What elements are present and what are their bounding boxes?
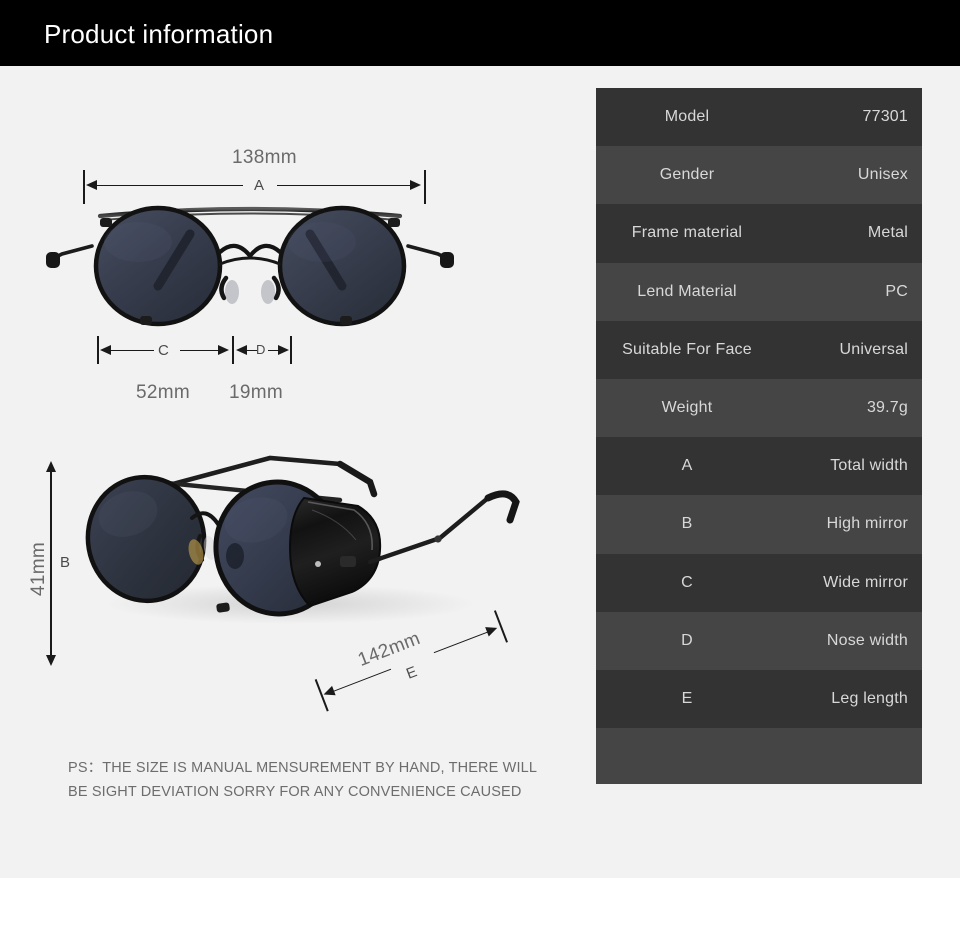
dim-e-arrowhead-left [321, 685, 336, 700]
table-row: Gender Unisex [596, 146, 922, 205]
spec-key: A [681, 457, 693, 475]
dimension-d-letter: D [256, 342, 266, 357]
table-row: Frame material Metal [596, 204, 922, 263]
spec-value: Leg length [831, 689, 908, 707]
dim-c-tick-left [97, 336, 99, 364]
dimension-a-value: 138mm [232, 147, 297, 168]
table-row: Suitable For Face Universal [596, 320, 922, 379]
spec-value: Universal [839, 340, 908, 358]
product-information-page: Product information 138mm A C D 52mm 19m… [0, 0, 960, 935]
spec-key: C [681, 573, 693, 591]
spec-key: E [681, 689, 693, 707]
table-row: B High mirror [596, 495, 922, 554]
dim-d-tick-right [290, 336, 292, 364]
spec-key: Frame material [631, 224, 743, 242]
dim-a-line-left [96, 184, 243, 186]
table-row: C Wide mirror [596, 553, 922, 612]
specification-table: Model 77301 Gender Unisex Frame material Meta… [596, 88, 922, 786]
spec-value: PC [885, 282, 908, 300]
table-row: E Leg length [596, 669, 922, 729]
spec-value: Metal [867, 224, 908, 242]
spec-key: Lend Material [637, 282, 737, 300]
table-row: Model 77301 [596, 88, 922, 147]
table-row: Weight 39.7g [596, 378, 922, 438]
dim-c-line-right [180, 349, 219, 351]
dimension-e-letter: E [404, 663, 420, 683]
dimension-e-group: 142mm E [314, 610, 509, 714]
spec-value: Unisex [857, 166, 908, 184]
dim-c-line-left [110, 349, 154, 351]
header-bar: Product information [0, 0, 960, 66]
sunglasses-angled-image [85, 455, 520, 624]
spec-value: 77301 [862, 108, 908, 126]
measurement-disclaimer: PS：THE SIZE IS MANUAL MENSUREMENT BY HAN… [68, 756, 538, 804]
table-row: D Nose width [596, 611, 922, 670]
sunglasses-front-image [46, 205, 454, 327]
dim-a-line-right [277, 184, 411, 186]
table-row: A Total width [596, 437, 922, 496]
spec-value: 39.7g [866, 399, 908, 417]
spec-key: Suitable For Face [622, 340, 752, 358]
dim-d-arrowhead-right [278, 345, 289, 355]
disclaimer-line-1: PS：THE SIZE IS MANUAL MENSUREMENT BY HAN… [68, 760, 538, 776]
dimension-d-value: 19mm [229, 382, 283, 403]
dim-c-tick-right [232, 336, 234, 364]
disclaimer-line-2: BE SIGHT DEVIATION SORRY FOR ANY CONVENI… [68, 784, 522, 800]
table-row: Lend Material PC [596, 262, 922, 321]
spec-value: Nose width [826, 631, 908, 649]
spec-key: B [681, 515, 693, 533]
dimension-c-letter: C [158, 342, 169, 359]
dimension-a-letter: A [254, 177, 265, 194]
spec-key: Gender [659, 166, 715, 184]
dim-c-arrowhead-right [218, 345, 229, 355]
dim-b-arrowhead-bottom [46, 655, 56, 666]
dim-a-arrowhead-right [410, 180, 421, 190]
spec-value: Total width [830, 457, 908, 475]
spec-key: D [681, 631, 693, 649]
dimension-c-value: 52mm [136, 382, 190, 403]
spec-value: Wide mirror [823, 573, 908, 591]
page-title: Product information [44, 19, 274, 49]
table-row [596, 728, 922, 785]
spec-value: High mirror [826, 515, 908, 533]
spec-key: Model [664, 108, 710, 126]
dim-e-line-left [332, 668, 392, 692]
spec-key: Weight [661, 399, 713, 417]
